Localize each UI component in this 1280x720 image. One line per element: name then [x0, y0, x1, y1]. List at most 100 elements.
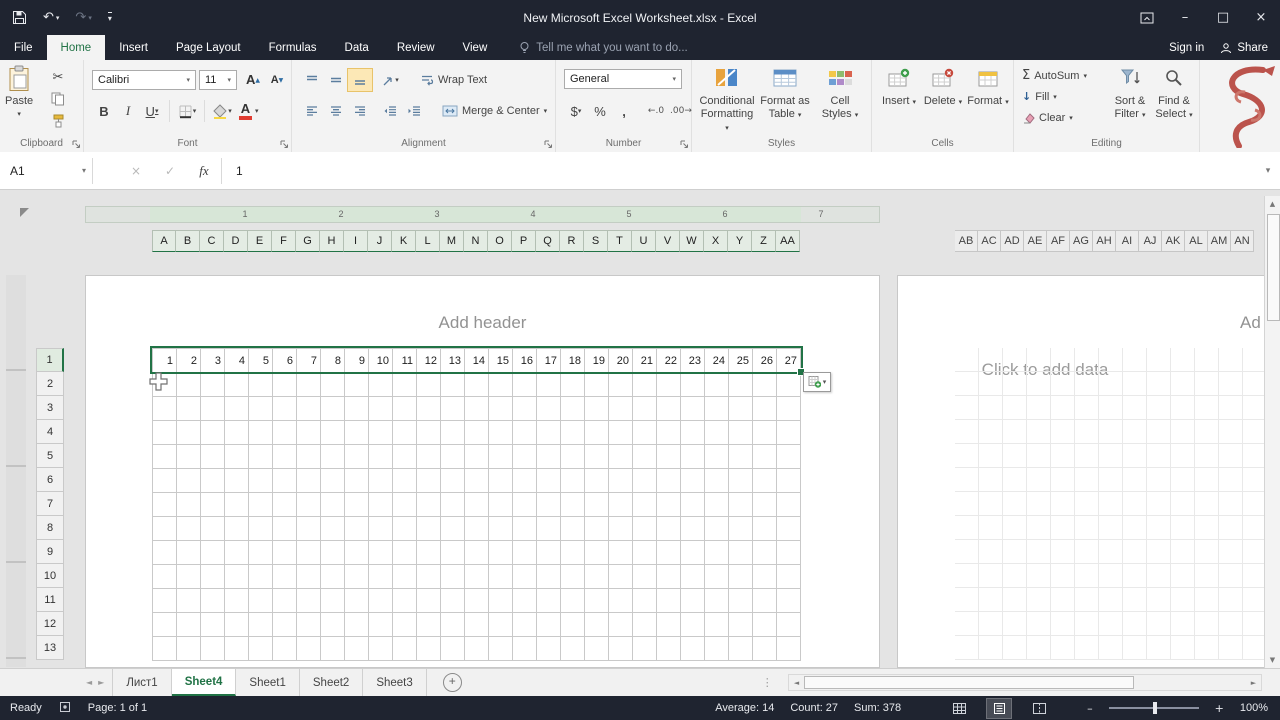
row-header[interactable]: 12 [36, 612, 64, 636]
cell[interactable] [297, 493, 321, 517]
cell[interactable] [201, 421, 225, 445]
column-header[interactable]: AF [1046, 230, 1070, 252]
sheet-tab[interactable]: Sheet4 [171, 669, 237, 696]
copy-button[interactable] [46, 88, 70, 110]
cell[interactable] [441, 421, 465, 445]
cell[interactable] [633, 589, 657, 613]
cell[interactable] [489, 445, 513, 469]
autofill-options-button[interactable]: ▾ [803, 372, 831, 392]
cell[interactable] [369, 373, 393, 397]
cell[interactable] [441, 445, 465, 469]
cell[interactable]: 11 [393, 349, 417, 373]
cell[interactable] [561, 445, 585, 469]
cell[interactable] [249, 397, 273, 421]
cell[interactable] [369, 469, 393, 493]
cell[interactable] [321, 565, 345, 589]
cell[interactable] [225, 493, 249, 517]
ribbon-display-options-button[interactable] [1128, 0, 1166, 35]
ribbon-tab-formulas[interactable]: Formulas [255, 35, 331, 60]
cell[interactable] [729, 445, 753, 469]
sign-in-link[interactable]: Sign in [1169, 42, 1204, 54]
row-header[interactable]: 11 [36, 588, 64, 612]
cell[interactable] [345, 445, 369, 469]
cell[interactable] [153, 373, 177, 397]
cell[interactable]: 5 [249, 349, 273, 373]
cell[interactable]: 6 [273, 349, 297, 373]
cell[interactable] [657, 541, 681, 565]
cell[interactable] [777, 589, 801, 613]
decrease-decimal-button[interactable]: .00→ [668, 100, 694, 122]
cell[interactable] [489, 469, 513, 493]
cell[interactable] [273, 613, 297, 637]
cell[interactable] [609, 421, 633, 445]
cell[interactable] [441, 565, 465, 589]
cell[interactable] [153, 445, 177, 469]
row-header[interactable]: 5 [36, 444, 64, 468]
cell[interactable] [657, 373, 681, 397]
cell[interactable] [393, 613, 417, 637]
cell[interactable] [633, 397, 657, 421]
cell[interactable] [177, 397, 201, 421]
cell[interactable] [153, 493, 177, 517]
cell[interactable] [345, 565, 369, 589]
cell[interactable] [369, 613, 393, 637]
cell[interactable] [633, 373, 657, 397]
cell[interactable] [585, 589, 609, 613]
column-header[interactable]: R [560, 230, 584, 252]
increase-indent-button[interactable] [402, 100, 426, 122]
share-button[interactable]: Share [1220, 42, 1268, 54]
increase-decimal-button[interactable]: ←.0 [644, 100, 668, 122]
cell[interactable] [417, 565, 441, 589]
column-header[interactable]: AM [1207, 230, 1231, 252]
find-select-button[interactable]: Find & Select ▾ [1152, 63, 1196, 122]
cell[interactable] [249, 613, 273, 637]
cell[interactable]: 8 [321, 349, 345, 373]
cell[interactable] [705, 469, 729, 493]
ribbon-tab-page-layout[interactable]: Page Layout [162, 35, 255, 60]
cell[interactable] [177, 517, 201, 541]
cell[interactable] [777, 565, 801, 589]
grow-font-button[interactable]: A ▲ [241, 69, 265, 91]
cell[interactable] [657, 613, 681, 637]
cell[interactable]: 17 [537, 349, 561, 373]
cell[interactable] [465, 421, 489, 445]
cell[interactable] [393, 397, 417, 421]
cell[interactable] [345, 493, 369, 517]
cell[interactable] [153, 421, 177, 445]
cell[interactable] [369, 493, 393, 517]
column-header[interactable]: AJ [1138, 230, 1162, 252]
cell[interactable] [225, 517, 249, 541]
conditional-formatting-button[interactable]: Conditional Formatting ▾ [698, 63, 756, 135]
cell[interactable] [753, 541, 777, 565]
cell[interactable] [249, 421, 273, 445]
sort-filter-button[interactable]: Sort & Filter ▾ [1108, 63, 1152, 122]
cell[interactable] [441, 493, 465, 517]
cell[interactable] [513, 589, 537, 613]
ribbon-tab-review[interactable]: Review [383, 35, 449, 60]
cell[interactable] [321, 469, 345, 493]
cell[interactable] [369, 565, 393, 589]
cell[interactable] [729, 613, 753, 637]
column-header[interactable]: L [416, 230, 440, 252]
cell[interactable] [705, 421, 729, 445]
cell[interactable] [561, 637, 585, 661]
cell[interactable] [513, 541, 537, 565]
cell[interactable] [561, 517, 585, 541]
cell[interactable] [633, 445, 657, 469]
cell[interactable] [729, 469, 753, 493]
cell[interactable] [273, 397, 297, 421]
next-sheet-button[interactable]: ► [98, 678, 104, 687]
cell[interactable] [633, 493, 657, 517]
column-header[interactable]: B [176, 230, 200, 252]
cell[interactable] [537, 469, 561, 493]
cell[interactable] [153, 541, 177, 565]
cell[interactable] [489, 613, 513, 637]
format-cells-button[interactable]: Format ▾ [966, 63, 1010, 109]
cell[interactable] [585, 613, 609, 637]
cell[interactable] [273, 565, 297, 589]
cell[interactable] [465, 373, 489, 397]
column-header[interactable]: P [512, 230, 536, 252]
sheet-tab[interactable]: Sheet2 [300, 669, 364, 696]
column-header[interactable]: AI [1115, 230, 1139, 252]
cell[interactable] [225, 373, 249, 397]
